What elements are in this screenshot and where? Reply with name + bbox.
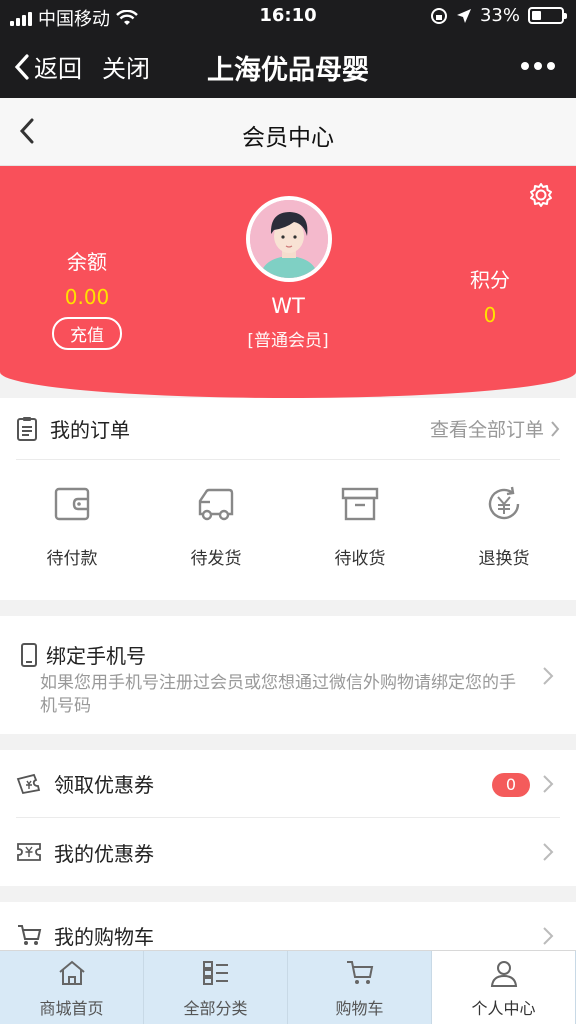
box-icon [341, 487, 379, 521]
more-dots-icon [521, 62, 555, 70]
bind-phone-title: 绑定手机号 [46, 644, 146, 668]
chevron-right-icon [543, 843, 554, 861]
order-pending-receipt[interactable]: 待收货 [288, 484, 432, 569]
cart-icon [346, 961, 373, 984]
points-label: 积分 [470, 268, 510, 292]
user-icon [490, 961, 517, 987]
bottom-tab-bar: 商城首页 全部分类 购物车 个人中心 [0, 950, 576, 1024]
chevron-right-icon [543, 667, 554, 685]
my-cart-label: 我的购物车 [54, 924, 154, 949]
chevron-right-icon [543, 775, 554, 793]
tab-label: 个人中心 [471, 999, 536, 1018]
order-pending-shipment[interactable]: 待发货 [144, 484, 288, 569]
bind-phone-card[interactable]: 绑定手机号 如果您用手机号注册过会员或您想通过微信外购物请绑定您的手机号码 [0, 616, 576, 734]
cart-icon [18, 925, 42, 945]
order-item-label: 待收货 [334, 549, 386, 569]
order-status-list: 待付款 待发货 待收货 退换货 [0, 484, 576, 569]
claim-coupon-label: 领取优惠券 [54, 773, 154, 797]
sub-header: 会员中心 [0, 98, 576, 166]
nav-bar: 返回 关闭 上海优品母婴 [0, 32, 576, 98]
orders-title: 我的订单 [50, 418, 130, 442]
coupon-claim-icon [16, 773, 41, 794]
battery-percent: 33% [479, 5, 520, 26]
more-menu-button[interactable] [520, 50, 556, 74]
coupon-icon [17, 843, 41, 861]
profile-banner: 余额 0.00 充值 WT [普通会员] 积分 0 [0, 166, 576, 398]
wallet-icon [54, 487, 90, 521]
section-title: 会员中心 [242, 125, 334, 151]
points-value: 0 [483, 303, 497, 327]
tab-profile[interactable]: 个人中心 [432, 951, 576, 1024]
battery-icon [528, 7, 567, 24]
order-item-label: 退换货 [478, 549, 530, 569]
member-level: [普通会员] [247, 331, 329, 351]
page-title: 上海优品母婴 [207, 55, 369, 86]
tab-label: 商城首页 [39, 999, 104, 1018]
phone-icon [21, 642, 37, 667]
status-indicators: 33% [430, 5, 567, 26]
order-pending-payment[interactable]: 待付款 [0, 484, 144, 569]
bind-phone-header: 绑定手机号 [20, 640, 146, 669]
chevron-right-icon [543, 927, 554, 945]
order-returns[interactable]: 退换货 [432, 484, 576, 569]
tab-home[interactable]: 商城首页 [0, 951, 144, 1024]
status-bar: 中国移动 16:10 33% [0, 0, 576, 32]
cart-card: 我的购物车 [0, 902, 576, 950]
view-all-orders-link[interactable]: 查看全部订单 [430, 415, 560, 442]
order-item-label: 待发货 [190, 549, 242, 569]
tab-label: 全部分类 [183, 999, 248, 1018]
location-icon [456, 8, 471, 23]
my-cart-row[interactable]: 我的购物车 [16, 902, 560, 950]
home-icon [58, 960, 85, 985]
balance-label: 余额 [67, 250, 107, 274]
gear-icon [530, 183, 552, 207]
points-block[interactable]: 积分 0 [460, 264, 520, 327]
avatar-image [250, 200, 328, 278]
tab-cart[interactable]: 购物车 [288, 951, 432, 1024]
order-list-icon [17, 416, 37, 441]
coupons-card: 领取优惠券 0 我的优惠券 [0, 750, 576, 886]
my-coupons-label: 我的优惠券 [54, 841, 154, 866]
settings-button[interactable] [528, 182, 554, 212]
view-all-label: 查看全部订单 [429, 419, 544, 441]
category-icon [202, 961, 228, 985]
orders-header[interactable]: 我的订单 查看全部订单 [16, 398, 560, 460]
refund-icon [488, 486, 520, 520]
avatar[interactable] [246, 196, 332, 282]
tab-label: 购物车 [335, 999, 384, 1018]
rotation-lock-icon [430, 7, 447, 24]
claim-coupon-row[interactable]: 领取优惠券 0 [16, 750, 560, 818]
chevron-right-icon [551, 420, 560, 437]
claim-coupon-count-badge: 0 [492, 773, 530, 797]
my-coupons-row[interactable]: 我的优惠券 [16, 818, 560, 886]
truck-icon [198, 488, 234, 521]
tab-categories[interactable]: 全部分类 [144, 951, 288, 1024]
bind-phone-description: 如果您用手机号注册过会员或您想通过微信外购物请绑定您的手机号码 [40, 673, 516, 716]
orders-card: 我的订单 查看全部订单 待付款 待发货 待收货 退换货 [0, 398, 576, 600]
order-item-label: 待付款 [46, 549, 98, 569]
